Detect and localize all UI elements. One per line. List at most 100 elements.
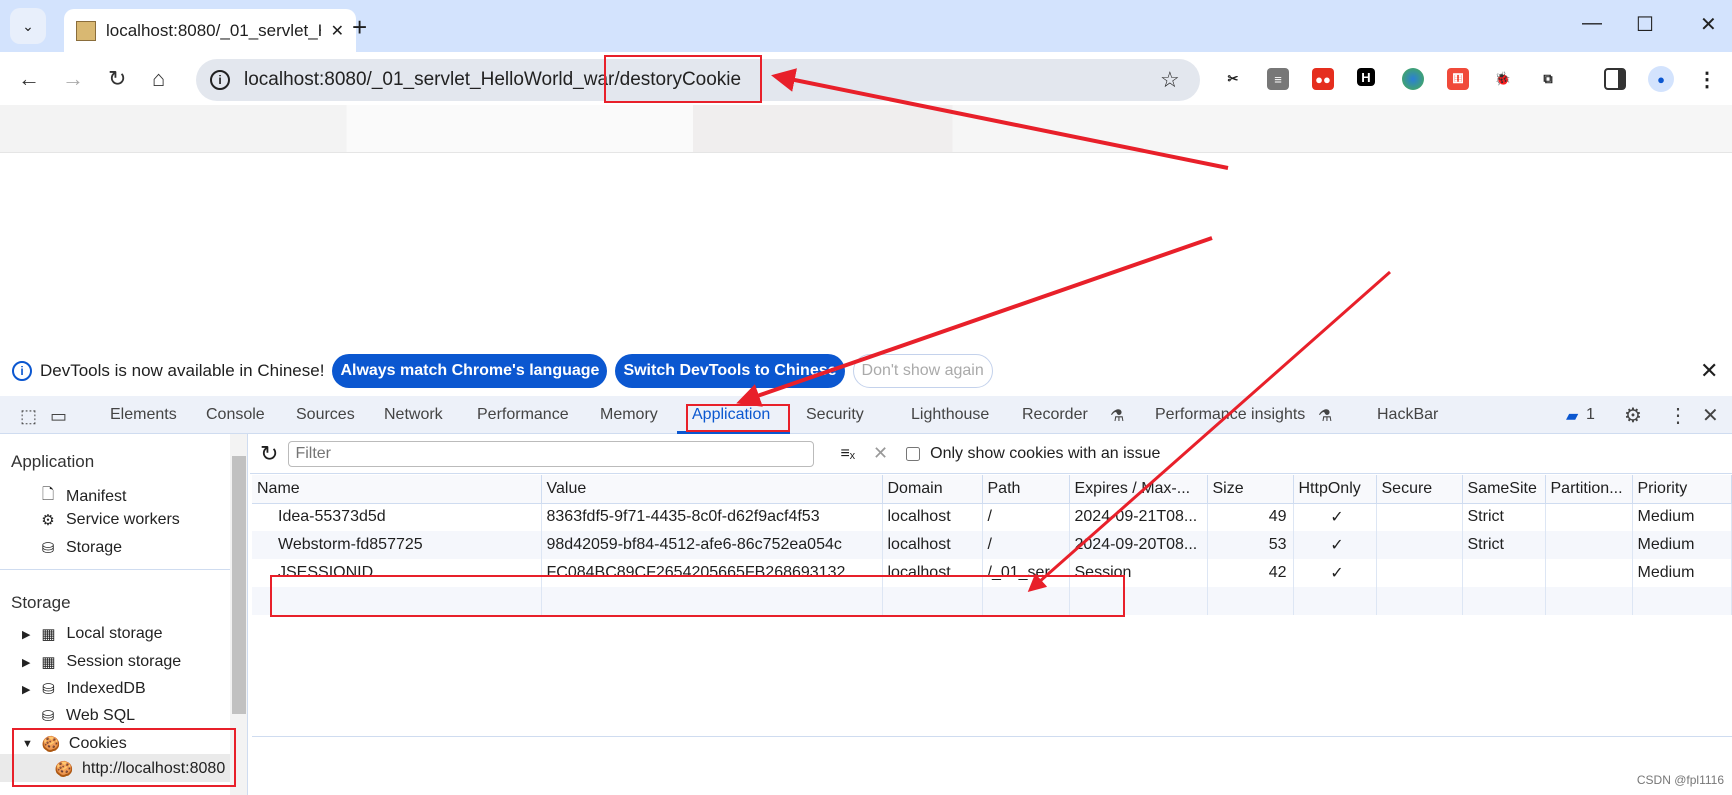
tab-console[interactable]: Console xyxy=(206,406,265,424)
column-header[interactable]: SameSite xyxy=(1462,475,1546,504)
label: Manifest xyxy=(66,487,127,505)
storage-heading: Storage xyxy=(11,593,71,612)
minimize-button[interactable]: — xyxy=(1582,12,1602,35)
dont-show-again-button[interactable]: Don't show again xyxy=(852,354,993,388)
tab-lighthouse[interactable]: Lighthouse xyxy=(911,406,989,424)
switch-devtools-chinese-button[interactable]: Switch DevTools to Chinese xyxy=(615,354,845,388)
cell xyxy=(1207,587,1294,615)
column-header[interactable]: Priority xyxy=(1632,475,1732,504)
flask-icon: ⚗ xyxy=(1110,408,1125,425)
tab-network[interactable]: Network xyxy=(384,406,443,424)
bug-extension-icon[interactable]: 🐞 xyxy=(1492,68,1514,90)
issues-icon[interactable]: ▰ xyxy=(1566,406,1578,426)
column-header[interactable]: Partition... xyxy=(1545,475,1633,504)
dice-extension-icon[interactable]: ⚅ xyxy=(1447,68,1469,90)
sidebar-item-session-storage[interactable]: ▶ ▦ Session storage xyxy=(22,653,181,671)
cell: Strict xyxy=(1462,503,1546,531)
clear-all-icon[interactable]: ≡ₓ xyxy=(840,445,855,463)
browser-tab[interactable]: localhost:8080/_01_servlet_HelloWorld_wa… xyxy=(64,9,356,52)
more-options-icon[interactable]: ⋮ xyxy=(1668,403,1688,428)
red-extension-icon[interactable]: ●● xyxy=(1312,68,1334,90)
close-tab-icon[interactable]: ✕ xyxy=(331,21,344,41)
devtools-tab-bar: ⬚ ▭ Elements Console Sources Network Per… xyxy=(0,396,1732,434)
watermark: CSDN @fpl1116 xyxy=(1636,773,1724,787)
close-devtools-icon[interactable]: ✕ xyxy=(1702,403,1719,428)
cell xyxy=(1545,503,1633,531)
sidebar-item-service-workers[interactable]: ⚙ Service workers xyxy=(38,511,180,529)
only-issues-label: Only show cookies with an issue xyxy=(930,444,1161,462)
always-match-language-button[interactable]: Always match Chrome's language xyxy=(332,354,608,388)
column-header[interactable]: HttpOnly xyxy=(1293,475,1377,504)
column-header[interactable]: Size xyxy=(1207,475,1294,504)
inspect-element-icon[interactable]: ⬚ xyxy=(20,406,37,427)
expand-arrow-icon[interactable]: ▶ xyxy=(22,683,30,696)
info-icon: i xyxy=(12,361,32,381)
only-issues-checkbox[interactable] xyxy=(906,446,921,461)
expand-arrow-icon[interactable]: ▶ xyxy=(22,656,30,669)
extensions-puzzle-icon[interactable]: ⧉ xyxy=(1537,68,1559,90)
issues-count[interactable]: 1 xyxy=(1586,406,1595,424)
cell xyxy=(1545,531,1633,559)
sidebar-scrollbar-thumb[interactable] xyxy=(232,456,246,714)
home-button[interactable]: ⌂ xyxy=(152,66,165,92)
side-panel-icon[interactable] xyxy=(1604,68,1626,90)
bookmark-star-icon[interactable]: ☆ xyxy=(1160,67,1180,93)
tab-hackbar[interactable]: HackBar xyxy=(1377,406,1438,424)
device-toolbar-icon[interactable]: ▭ xyxy=(50,406,67,427)
column-header[interactable]: Expires / Max-... xyxy=(1069,475,1208,504)
profile-avatar[interactable]: ● xyxy=(1648,66,1674,92)
forward-button[interactable]: → xyxy=(62,66,84,92)
back-button[interactable]: ← xyxy=(18,66,40,92)
delete-selected-icon[interactable]: ✕ xyxy=(873,443,888,464)
reload-button[interactable]: ↻ xyxy=(108,66,126,92)
tab-security[interactable]: Security xyxy=(806,406,864,424)
sidebar-item-web-sql[interactable]: ⛁ Web SQL xyxy=(38,707,135,725)
refresh-icon[interactable]: ↻ xyxy=(260,441,278,467)
sidebar-item-manifest[interactable]: 🗋 Manifest xyxy=(38,484,127,509)
tab-search-button[interactable]: ⌄ xyxy=(10,8,46,44)
column-header[interactable]: Path xyxy=(982,475,1070,504)
cell: 2024-09-20T08... xyxy=(1069,531,1208,559)
close-window-button[interactable]: ✕ xyxy=(1700,12,1717,37)
chevron-down-icon: ⌄ xyxy=(22,17,34,34)
label: Storage xyxy=(66,539,123,556)
settings-gear-icon[interactable]: ⚙ xyxy=(1624,403,1642,428)
cell: 42 xyxy=(1207,559,1294,587)
tab-performance[interactable]: Performance xyxy=(477,406,569,424)
table-row[interactable]: Webstorm-fd857725 98d42059-bf84-4512-afe6… xyxy=(252,531,1732,559)
new-tab-button[interactable]: + xyxy=(352,12,367,43)
cell xyxy=(1376,587,1463,615)
column-header[interactable]: Value xyxy=(541,475,883,504)
gears-icon: ⚙ xyxy=(41,512,55,529)
globe-extension-icon[interactable] xyxy=(1402,68,1424,90)
cookies-toolbar: ↻ ≡ₓ ✕ Only show cookies with an issue xyxy=(250,434,1732,474)
tab-memory[interactable]: Memory xyxy=(600,406,658,424)
column-header[interactable]: Name xyxy=(252,475,542,504)
cell: 8363fdf5-9f71-4435-8c0f-d62f9acf4f53 xyxy=(541,503,883,531)
tab-title: localhost:8080/_01_servlet_HelloWorld_wa… xyxy=(106,20,321,40)
expand-arrow-icon[interactable]: ▶ xyxy=(22,628,30,641)
table-icon: ▦ xyxy=(41,654,56,671)
sidebar-item-indexeddb[interactable]: ▶ ⛁ IndexedDB xyxy=(22,680,146,698)
hackbar-extension-icon[interactable]: H xyxy=(1357,68,1375,86)
copy-extension-icon[interactable]: ≡ xyxy=(1267,68,1289,90)
cell xyxy=(1462,587,1546,615)
tab-sources[interactable]: Sources xyxy=(296,406,355,424)
site-info-icon[interactable]: i xyxy=(210,70,230,90)
sidebar-item-storage[interactable]: ⛁ Storage xyxy=(38,539,122,557)
tab-elements[interactable]: Elements xyxy=(110,406,177,424)
column-header[interactable]: Domain xyxy=(882,475,983,504)
close-infobar-icon[interactable]: ✕ xyxy=(1700,358,1718,384)
filter-input[interactable] xyxy=(288,440,815,467)
table-row[interactable]: Idea-55373d5d 8363fdf5-9f71-4435-8c0f-d62… xyxy=(252,503,1732,531)
sidebar-item-local-storage[interactable]: ▶ ▦ Local storage xyxy=(22,625,163,643)
scissors-extension-icon[interactable]: ✂ xyxy=(1222,68,1244,90)
cell: Strict xyxy=(1462,531,1546,559)
divider xyxy=(0,569,230,570)
tab-recorder[interactable]: Recorder xyxy=(1022,406,1088,424)
maximize-button[interactable]: ☐ xyxy=(1636,12,1654,37)
column-header[interactable]: Secure xyxy=(1376,475,1463,504)
chrome-menu-icon[interactable]: ⋮ xyxy=(1696,68,1718,91)
cell xyxy=(1376,503,1463,531)
tab-performance-insights[interactable]: Performance insights xyxy=(1155,406,1305,424)
